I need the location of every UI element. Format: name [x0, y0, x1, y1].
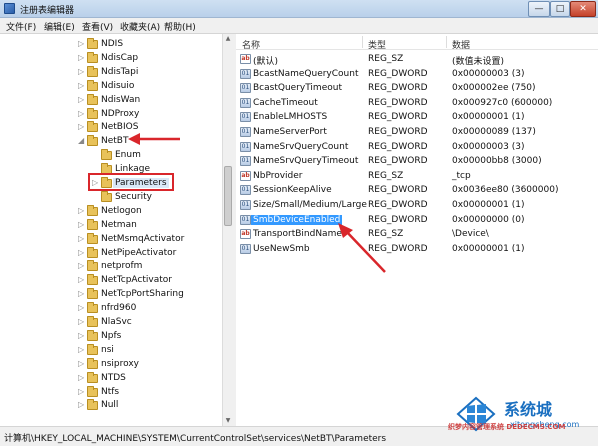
arrow-to-smbdeviceenabled: [338, 223, 386, 273]
annotation-arrows: [128, 133, 386, 273]
watermark: 系统城 xitongcheng.com 织梦内容管理系统 DEDECMS.COM: [448, 386, 598, 446]
arrow-to-netbt: [128, 133, 180, 145]
watermark-dedecms: 织梦内容管理系统 DEDECMS.COM: [448, 423, 566, 431]
watermark-brand: 系统城: [504, 400, 553, 419]
